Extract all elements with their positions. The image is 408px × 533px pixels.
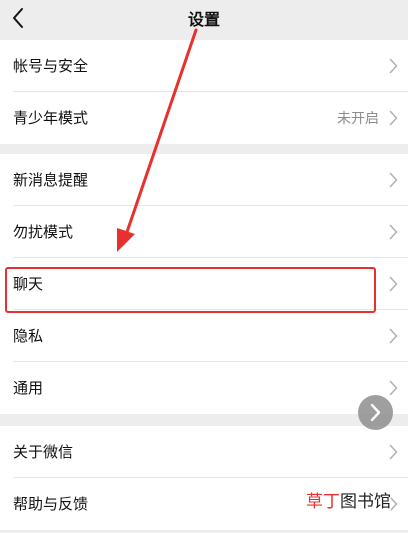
chevron-right-icon xyxy=(389,276,398,292)
settings-row-value: 未开启 xyxy=(337,111,379,127)
settings-row-do-not-disturb[interactable]: 勿扰模式 xyxy=(0,206,408,258)
settings-row-privacy[interactable]: 隐私 xyxy=(0,310,408,362)
settings-row-label: 关于微信 xyxy=(13,443,74,461)
chevron-right-icon xyxy=(389,58,398,74)
settings-row-general[interactable]: 通用 xyxy=(0,362,408,414)
settings-row-account-security[interactable]: 帐号与安全 xyxy=(0,40,408,92)
settings-row-youth-mode[interactable]: 青少年模式 未开启 xyxy=(0,92,408,144)
settings-row-about-wechat[interactable]: 关于微信 xyxy=(0,426,408,478)
chevron-right-icon xyxy=(389,110,398,126)
settings-row-label: 勿扰模式 xyxy=(13,223,74,241)
page-title: 设置 xyxy=(187,10,220,29)
chevron-right-icon xyxy=(389,328,398,344)
watermark: 草丁图书馆 xyxy=(306,487,391,512)
floating-next-button[interactable] xyxy=(358,395,393,430)
watermark-part-a: 草丁 xyxy=(306,492,340,512)
settings-row-label: 青少年模式 xyxy=(13,109,89,127)
settings-group-about: 关于微信 帮助与反馈 xyxy=(0,426,408,530)
settings-row-label: 帮助与反馈 xyxy=(13,495,89,513)
chevron-right-icon xyxy=(370,403,381,422)
settings-row-new-message-alerts[interactable]: 新消息提醒 xyxy=(0,154,408,206)
chevron-right-icon xyxy=(389,172,398,188)
settings-row-label: 新消息提醒 xyxy=(13,171,89,189)
chat-highlight-box xyxy=(5,267,376,313)
settings-row-label: 帐号与安全 xyxy=(13,57,89,75)
watermark-part-b: 图书馆 xyxy=(340,492,391,512)
chevron-right-icon xyxy=(389,444,398,460)
settings-row-label: 隐私 xyxy=(13,327,44,345)
settings-group-account: 帐号与安全 青少年模式 未开启 xyxy=(0,40,408,144)
chevron-right-icon xyxy=(389,224,398,240)
nav-bar: 设置 xyxy=(0,0,408,38)
settings-row-label: 通用 xyxy=(13,379,44,397)
chevron-right-icon xyxy=(389,380,398,396)
